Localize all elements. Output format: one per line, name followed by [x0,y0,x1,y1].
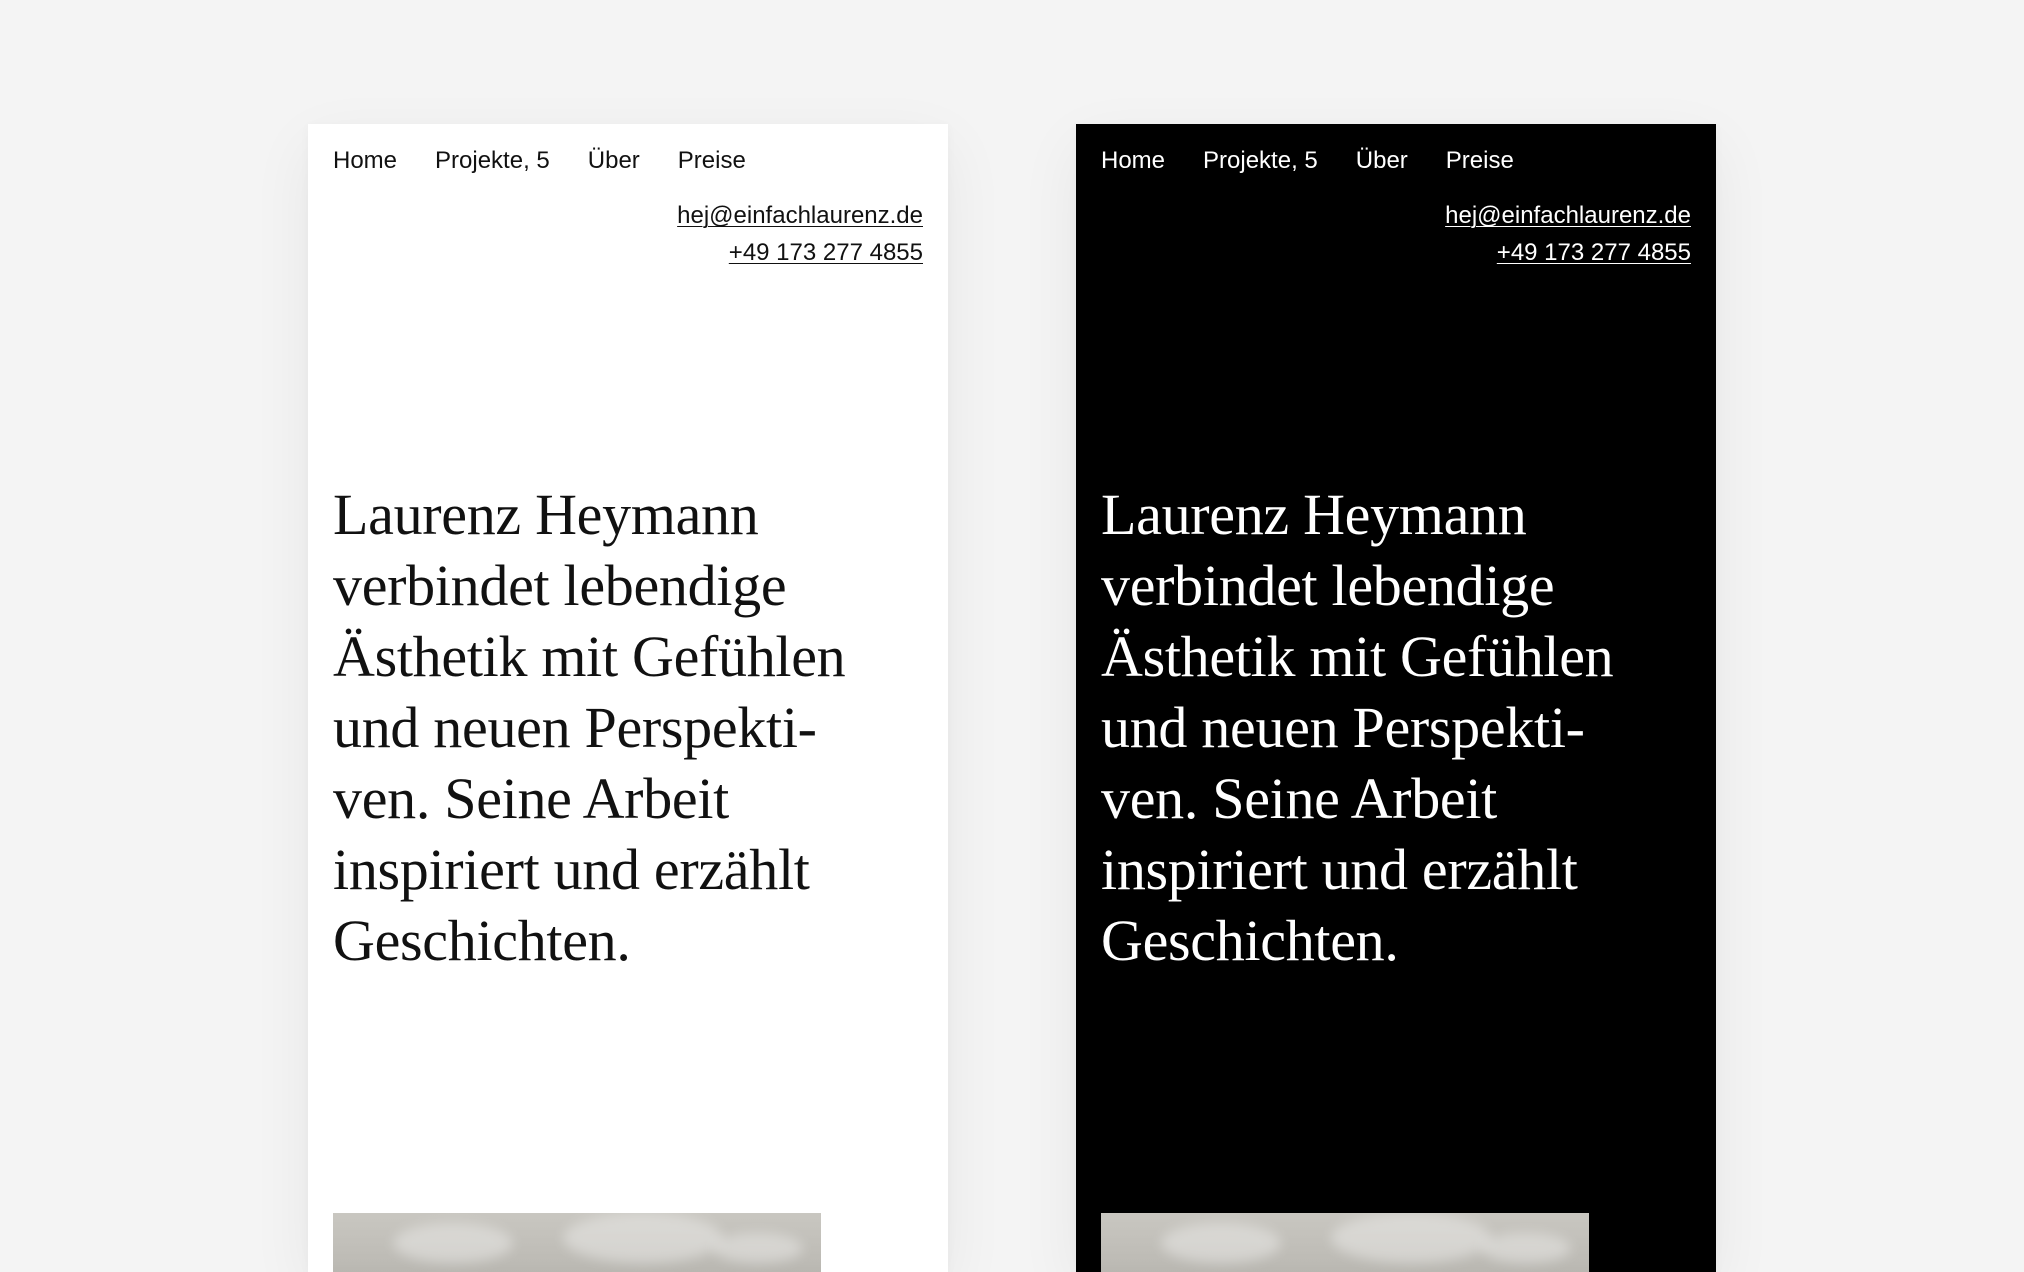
contact-block: hej@einfachlaurenz.de +49 173 277 4855 [677,197,923,271]
email-link[interactable]: hej@einfachlaurenz.de [1445,197,1691,234]
email-link[interactable]: hej@einfachlaurenz.de [677,197,923,234]
intro-line: Laurenz Heymann [1101,482,1527,547]
intro-line: verbindet lebendige [333,553,787,618]
hero-image [1101,1213,1589,1272]
nav-item-ueber[interactable]: Über [1356,149,1408,173]
intro-line: und neuen Perspekti- [333,695,817,760]
mobile-preview-dark: Home Projekte, 5 Über Preise hej@einfach… [1076,124,1716,1272]
phone-link[interactable]: +49 173 277 4855 [1445,234,1691,271]
intro-line: Ästhetik mit Gefühlen [1101,624,1614,689]
intro-line: inspiriert und erzählt [1101,837,1578,902]
nav-item-projekte[interactable]: Projekte, 5 [435,149,550,173]
nav-item-home[interactable]: Home [1101,149,1165,173]
main-nav: Home Projekte, 5 Über Preise [333,149,784,173]
intro-line: Geschichten. [333,908,631,973]
intro-line: ven. Seine Arbeit [333,766,729,831]
phone-link[interactable]: +49 173 277 4855 [677,234,923,271]
contact-block: hej@einfachlaurenz.de +49 173 277 4855 [1445,197,1691,271]
intro-line: Geschichten. [1101,908,1399,973]
nav-item-projekte[interactable]: Projekte, 5 [1203,149,1318,173]
nav-item-preise[interactable]: Preise [678,149,746,173]
intro-line: und neuen Perspekti- [1101,695,1585,760]
intro-text: Laurenz Heymann verbindet lebendige Ästh… [1101,479,1701,976]
intro-line: inspiriert und erzählt [333,837,810,902]
intro-line: Laurenz Heymann [333,482,759,547]
main-nav: Home Projekte, 5 Über Preise [1101,149,1552,173]
intro-line: verbindet lebendige [1101,553,1555,618]
mobile-preview-light: Home Projekte, 5 Über Preise hej@einfach… [308,124,948,1272]
intro-line: Ästhetik mit Gefühlen [333,624,846,689]
intro-text: Laurenz Heymann verbindet lebendige Ästh… [333,479,933,976]
nav-item-home[interactable]: Home [333,149,397,173]
mockup-stage: Home Projekte, 5 Über Preise hej@einfach… [0,0,2024,1272]
intro-line: ven. Seine Arbeit [1101,766,1497,831]
nav-item-preise[interactable]: Preise [1446,149,1514,173]
nav-item-ueber[interactable]: Über [588,149,640,173]
hero-image [333,1213,821,1272]
